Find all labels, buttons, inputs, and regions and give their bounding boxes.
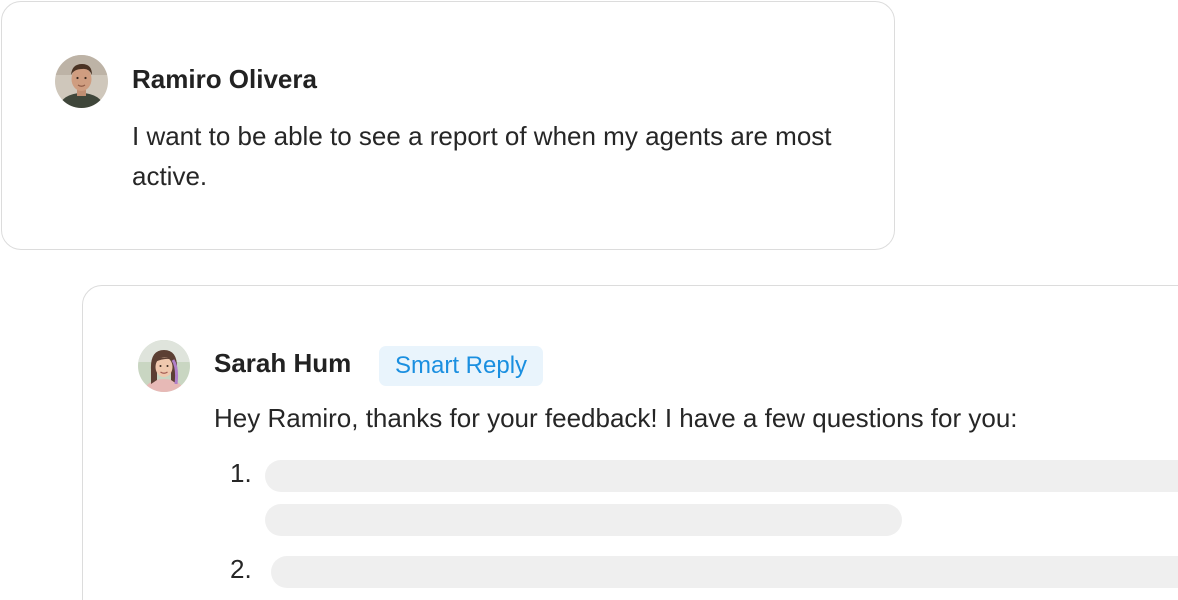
avatar-ramiro[interactable]: [55, 55, 108, 108]
reply-author: Sarah Hum: [214, 348, 352, 378]
reply-text: Hey Ramiro, thanks for your feedback! I …: [214, 403, 1018, 433]
placeholder-line: [271, 556, 1178, 588]
list-marker-1: 1.: [230, 458, 252, 488]
smart-reply-badge: Smart Reply: [379, 346, 544, 386]
message-text: I want to be able to see a report of whe…: [132, 121, 832, 191]
avatar-sarah[interactable]: [138, 340, 190, 392]
placeholder-line: [265, 460, 1178, 492]
message-author: Ramiro Olivera: [132, 64, 317, 94]
reply-card-sarah[interactable]: [82, 285, 1178, 600]
list-marker-2: 2.: [230, 554, 252, 584]
placeholder-line: [265, 504, 902, 536]
conversation-view: Ramiro Olivera I want to be able to see …: [0, 0, 1178, 600]
